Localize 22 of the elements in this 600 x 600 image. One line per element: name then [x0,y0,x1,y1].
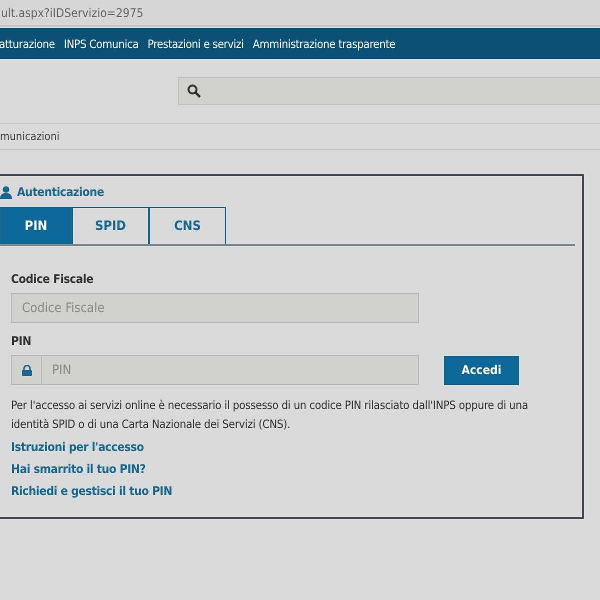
lock-icon [22,364,32,376]
breadcrumb-text: municazioni [0,130,60,143]
help-link[interactable]: Hai smarrito il tuo PIN? [11,462,146,476]
nav-link[interactable]: Amministrazione trasparente [252,36,396,50]
info-text: Per l'accesso ai servizi online è necessario il possesso di un codice PIN rilasciato dall'INPS oppure di una identità SPID o di una Carta Nazionale dei Servizi (CNS). [11,397,530,433]
tab[interactable]: SPID [72,207,149,244]
search-field[interactable] [178,77,600,105]
section-title: Autenticazione [17,185,104,199]
search-icon [187,84,201,98]
nav-link[interactable]: INPS Comunica [64,36,138,50]
input-field[interactable]: PIN [41,355,419,385]
field-label: PIN [11,334,32,348]
url-text: ult.aspx?iIDServizio=2975 [0,6,144,20]
help-link[interactable]: Istruzioni per l'accesso [11,440,144,454]
user-icon [0,186,12,198]
tab[interactable]: PIN [0,207,72,244]
help-link[interactable]: Richiedi e gestisci il tuo PIN [11,484,172,498]
login-button[interactable]: Accedi [444,356,519,384]
field-label: Codice Fiscale [11,272,94,286]
tab[interactable]: CNS [149,207,226,244]
input-field[interactable]: Codice Fiscale [11,293,419,323]
nav-link[interactable]: Prestazioni e servizi [148,36,244,50]
